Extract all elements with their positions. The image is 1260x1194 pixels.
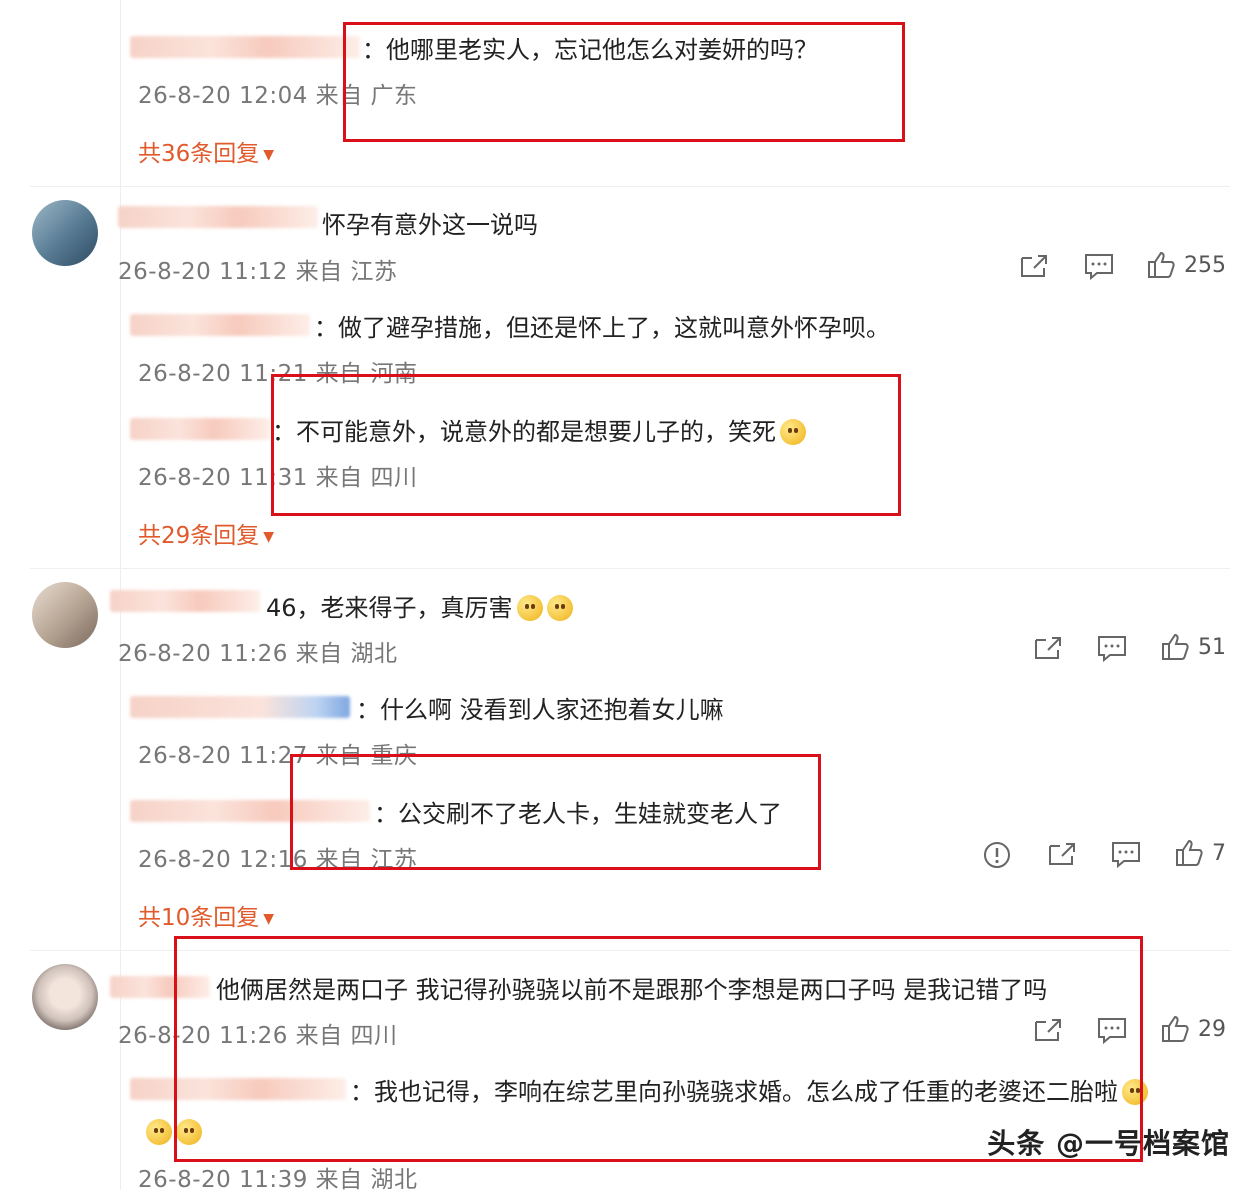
comment-icon — [1085, 254, 1113, 280]
like-button[interactable]: 255 — [1146, 250, 1226, 280]
share-icon — [1035, 637, 1061, 659]
highlight-box — [271, 374, 901, 516]
watermark: 头条 @一号档案馆 — [987, 1127, 1230, 1160]
username-blurred[interactable] — [130, 418, 270, 440]
divider — [30, 568, 1230, 569]
like-button[interactable]: 7 — [1174, 838, 1226, 868]
more-replies-link[interactable]: 共36条回复 ▼ — [138, 134, 274, 168]
like-button[interactable]: 29 — [1160, 1014, 1226, 1044]
comment-button[interactable] — [1083, 252, 1115, 280]
reply-text: ：什么啊 没看到人家还抱着女儿嘛 — [356, 696, 724, 724]
like-count: 29 — [1198, 1016, 1226, 1042]
share-icon — [1049, 843, 1075, 865]
like-icon — [1162, 633, 1189, 660]
like-icon — [1162, 1015, 1189, 1042]
username-blurred[interactable] — [118, 206, 318, 228]
reply-meta: 26-8-20 11:39 来自 湖北 — [138, 1167, 418, 1193]
comment-button[interactable] — [1110, 840, 1142, 868]
emoji-icon — [516, 595, 543, 621]
share-button[interactable] — [1018, 252, 1050, 280]
caret-down-icon: ▼ — [263, 911, 275, 927]
username-blurred[interactable] — [130, 36, 360, 58]
highlight-box — [343, 22, 905, 142]
username-blurred[interactable] — [130, 314, 310, 336]
avatar[interactable] — [32, 964, 98, 1030]
report-icon — [984, 842, 1010, 868]
caret-down-icon: ▼ — [263, 529, 275, 545]
share-button[interactable] — [1046, 840, 1078, 868]
comment-meta: 26-8-20 11:26 来自 湖北 — [118, 641, 398, 667]
more-replies-link[interactable]: 共10条回复 ▼ — [138, 898, 274, 932]
comment-text: 怀孕有意外这一说吗 — [322, 211, 538, 239]
like-icon — [1176, 839, 1203, 866]
username-blurred[interactable] — [110, 590, 260, 612]
comment-text: 46，老来得子，真厉害 — [266, 588, 573, 623]
emoji-icon — [146, 1119, 172, 1145]
share-icon — [1021, 255, 1047, 277]
comment-icon — [1112, 842, 1140, 868]
comment-icon — [1098, 636, 1126, 662]
emoji-icon — [546, 595, 573, 621]
like-count: 51 — [1198, 634, 1226, 660]
reply-text: ：做了避孕措施，但还是怀上了，这就叫意外怀孕呗。 — [314, 314, 890, 342]
comment-meta: 26-8-20 11:12 来自 江苏 — [118, 259, 398, 285]
highlight-box — [290, 754, 821, 870]
share-button[interactable] — [1032, 634, 1064, 662]
username-blurred[interactable] — [130, 696, 350, 718]
like-button[interactable]: 51 — [1160, 632, 1226, 662]
avatar[interactable] — [32, 582, 98, 648]
like-icon — [1148, 251, 1175, 278]
like-count: 7 — [1212, 840, 1226, 866]
caret-down-icon: ▼ — [263, 147, 275, 163]
avatar[interactable] — [32, 200, 98, 266]
like-count: 255 — [1184, 252, 1226, 278]
more-replies-link[interactable]: 共29条回复 ▼ — [138, 516, 274, 550]
comment-button[interactable] — [1096, 634, 1128, 662]
report-button[interactable] — [982, 840, 1012, 870]
divider — [30, 186, 1230, 187]
